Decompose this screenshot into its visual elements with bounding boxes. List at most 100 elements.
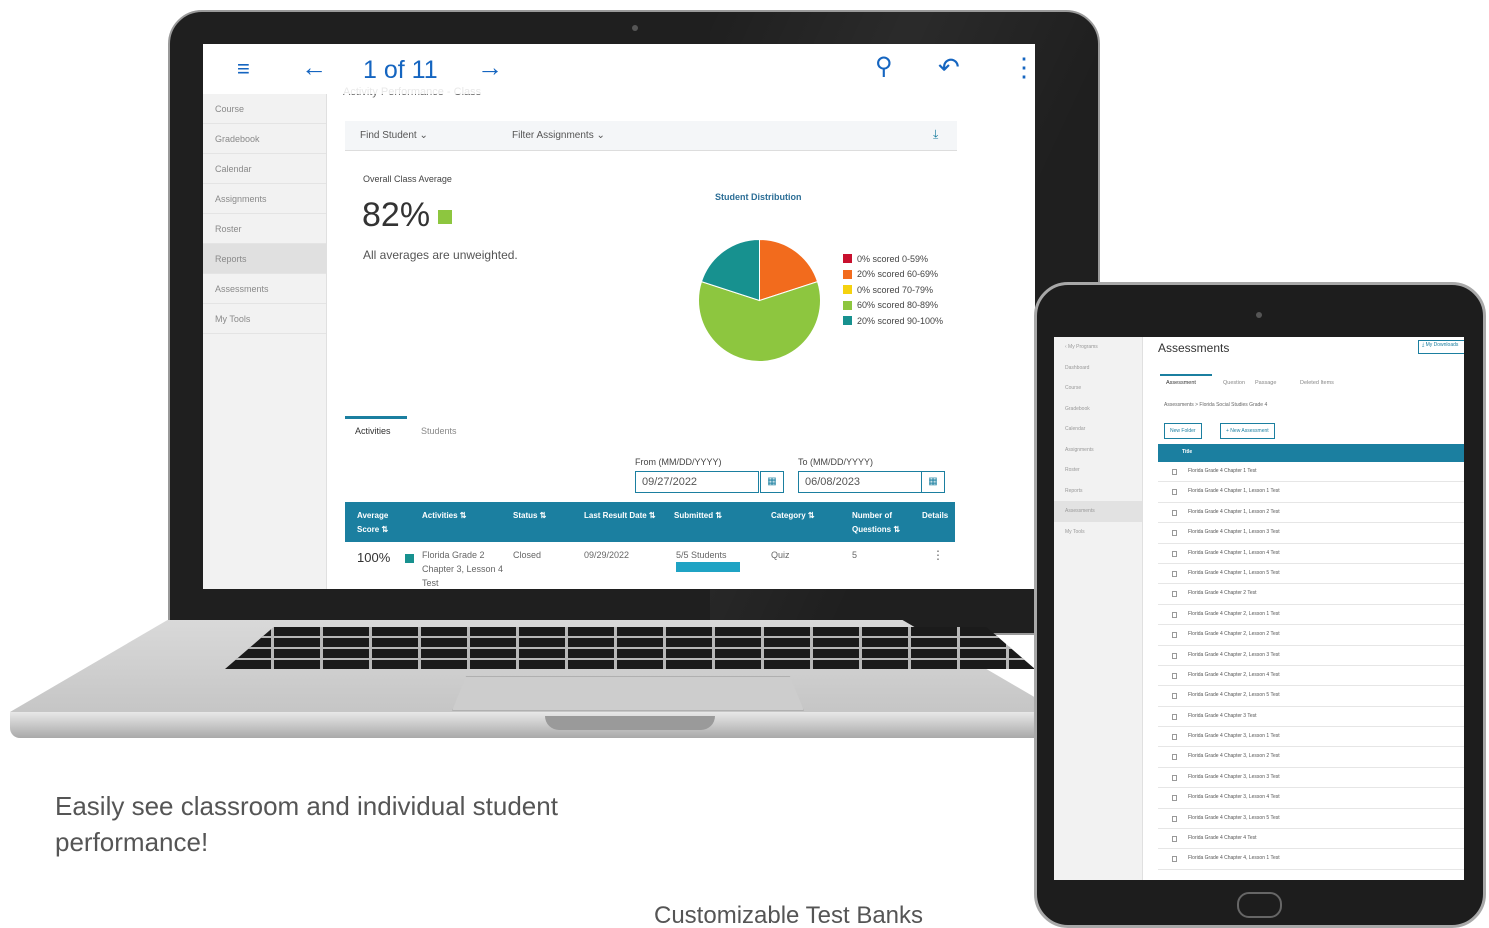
sidebar-item-reports[interactable]: Reports <box>1054 481 1142 502</box>
reply-icon[interactable]: ↶ <box>938 52 960 83</box>
activity-name[interactable]: Florida Grade 2 Chapter 3, Lesson 4 Test <box>422 548 510 589</box>
to-calendar-icon[interactable]: ▦ <box>921 471 945 493</box>
assessment-title[interactable]: Florida Grade 4 Chapter 4 Test <box>1188 835 1257 841</box>
assessment-table-header: Title <box>1158 444 1464 462</box>
assessment-title[interactable]: Florida Grade 4 Chapter 1, Lesson 3 Test <box>1188 529 1280 535</box>
list-item[interactable]: Florida Grade 4 Chapter 3, Lesson 4 Test <box>1158 788 1464 809</box>
assessment-title[interactable]: Florida Grade 4 Chapter 1 Test <box>1188 468 1257 474</box>
assessment-title[interactable]: Florida Grade 4 Chapter 1, Lesson 1 Test <box>1188 488 1280 494</box>
column-header[interactable]: Average Score ⇅ <box>357 509 407 537</box>
sidebar-item-assessments[interactable]: Assessments <box>203 274 326 304</box>
assessment-title[interactable]: Florida Grade 4 Chapter 3, Lesson 3 Test <box>1188 774 1280 780</box>
list-item[interactable]: Florida Grade 4 Chapter 2, Lesson 1 Test <box>1158 605 1464 626</box>
list-item[interactable]: Florida Grade 4 Chapter 1, Lesson 1 Test <box>1158 482 1464 503</box>
assessment-title[interactable]: Florida Grade 4 Chapter 1, Lesson 4 Test <box>1188 550 1280 556</box>
list-item[interactable]: Florida Grade 4 Chapter 3 Test <box>1158 707 1464 728</box>
assessment-title[interactable]: Florida Grade 4 Chapter 3, Lesson 1 Test <box>1188 733 1280 739</box>
assessment-title[interactable]: Florida Grade 4 Chapter 3, Lesson 2 Test <box>1188 753 1280 759</box>
title-column-header[interactable]: Title <box>1182 449 1192 455</box>
list-item[interactable]: Florida Grade 4 Chapter 1, Lesson 2 Test <box>1158 503 1464 524</box>
download-icon[interactable]: ⤓ <box>933 127 938 142</box>
filter-assignments-dropdown[interactable]: Filter Assignments ⌄ <box>512 130 605 141</box>
tab-deleted-items[interactable]: Deleted Items <box>1300 380 1334 386</box>
assessment-title[interactable]: Florida Grade 4 Chapter 3 Test <box>1188 713 1257 719</box>
legend-label: 0% scored 70-79% <box>857 284 934 295</box>
search-icon[interactable]: ⚲ <box>875 52 893 81</box>
table-row[interactable]: 100% Florida Grade 2 Chapter 3, Lesson 4… <box>345 542 955 589</box>
column-header[interactable]: Category ⇅ <box>771 509 815 523</box>
column-header[interactable]: Number of Questions ⇅ <box>852 509 914 537</box>
assessment-title[interactable]: Florida Grade 4 Chapter 4, Lesson 1 Test <box>1188 855 1280 861</box>
sidebar-item-gradebook[interactable]: Gradebook <box>1054 399 1142 420</box>
sidebar-item-my-tools[interactable]: My Tools <box>1054 522 1142 543</box>
tab-assessment[interactable]: Assessment <box>1166 380 1196 386</box>
sidebar-item-course[interactable]: Course <box>1054 378 1142 399</box>
back-arrow-icon[interactable]: ← <box>301 52 327 83</box>
assessment-title[interactable]: Florida Grade 4 Chapter 2, Lesson 5 Test <box>1188 692 1280 698</box>
assessment-title[interactable]: Florida Grade 4 Chapter 1, Lesson 2 Test <box>1188 509 1280 515</box>
sidebar-item-gradebook[interactable]: Gradebook <box>203 124 326 154</box>
details-menu-icon[interactable]: ⋮ <box>932 548 944 562</box>
sidebar-item-assessments[interactable]: Assessments <box>1054 501 1142 522</box>
sidebar-item-assignments[interactable]: Assignments <box>203 184 326 214</box>
assessment-title[interactable]: Florida Grade 4 Chapter 3, Lesson 5 Test <box>1188 815 1280 821</box>
from-date-input[interactable]: 09/27/2022 <box>635 471 759 493</box>
tab-activities[interactable]: Activities <box>355 426 391 436</box>
sidebar-item-roster[interactable]: Roster <box>203 214 326 244</box>
list-item[interactable]: Florida Grade 4 Chapter 2, Lesson 3 Test <box>1158 646 1464 666</box>
find-student-dropdown[interactable]: Find Student ⌄ <box>360 130 428 141</box>
list-item[interactable]: Florida Grade 4 Chapter 2 Test <box>1158 584 1464 605</box>
legend-swatch <box>843 285 852 295</box>
tab-students[interactable]: Students <box>421 426 457 436</box>
assessment-title[interactable]: Florida Grade 4 Chapter 3, Lesson 4 Test <box>1188 794 1280 800</box>
list-item[interactable]: Florida Grade 4 Chapter 3, Lesson 1 Test <box>1158 727 1464 748</box>
list-item[interactable]: Florida Grade 4 Chapter 3, Lesson 5 Test <box>1158 809 1464 830</box>
column-header[interactable]: Status ⇅ <box>513 509 546 523</box>
to-date-input[interactable]: 06/08/2023 <box>798 471 922 493</box>
forward-arrow-icon[interactable]: → <box>477 52 503 83</box>
assessment-title[interactable]: Florida Grade 4 Chapter 1, Lesson 5 Test <box>1188 570 1280 576</box>
list-item[interactable]: Florida Grade 4 Chapter 3, Lesson 2 Test <box>1158 747 1464 768</box>
breadcrumb[interactable]: Assessments > Florida Social Studies Gra… <box>1164 402 1267 408</box>
assessment-title[interactable]: Florida Grade 4 Chapter 2, Lesson 1 Test <box>1188 611 1280 617</box>
document-icon <box>1172 734 1177 741</box>
new-folder-button[interactable]: New Folder <box>1164 423 1202 439</box>
sidebar-item-dashboard[interactable]: Dashboard <box>1054 358 1142 379</box>
from-calendar-icon[interactable]: ▦ <box>760 471 784 493</box>
sidebar-item-roster[interactable]: Roster <box>1054 460 1142 481</box>
to-date-label: To (MM/DD/YYYY) <box>798 457 874 467</box>
tab-question[interactable]: Question <box>1223 380 1245 386</box>
my-downloads-button[interactable]: ⤓ My Downloads <box>1418 340 1464 354</box>
question-count: 5 <box>852 550 858 560</box>
column-header[interactable]: Activities ⇅ <box>422 509 467 523</box>
column-header[interactable]: Submitted ⇅ <box>674 509 722 523</box>
sidebar-item-my-programs[interactable]: ‹ My Programs <box>1054 337 1142 358</box>
more-options-icon[interactable]: ⋮ <box>1011 52 1035 83</box>
list-item[interactable]: Florida Grade 4 Chapter 1, Lesson 4 Test <box>1158 544 1464 564</box>
assessment-title[interactable]: Florida Grade 4 Chapter 2, Lesson 2 Test <box>1188 631 1280 637</box>
menu-icon[interactable]: ≡ <box>237 56 250 82</box>
sidebar-item-calendar[interactable]: Calendar <box>203 154 326 184</box>
sidebar-item-my-tools[interactable]: My Tools <box>203 304 326 334</box>
sidebar-item-reports[interactable]: Reports <box>203 244 326 274</box>
list-item[interactable]: Florida Grade 4 Chapter 1, Lesson 5 Test <box>1158 564 1464 585</box>
list-item[interactable]: Florida Grade 4 Chapter 3, Lesson 3 Test <box>1158 768 1464 789</box>
assessment-title[interactable]: Florida Grade 4 Chapter 2, Lesson 4 Test <box>1188 672 1280 678</box>
list-item[interactable]: Florida Grade 4 Chapter 2, Lesson 5 Test <box>1158 686 1464 707</box>
list-item[interactable]: Florida Grade 4 Chapter 1 Test <box>1158 462 1464 483</box>
list-item[interactable]: Florida Grade 4 Chapter 2, Lesson 4 Test <box>1158 666 1464 687</box>
new-assessment-button[interactable]: + New Assessment <box>1220 423 1275 439</box>
sidebar-item-course[interactable]: Course <box>203 94 326 124</box>
assessment-title[interactable]: Florida Grade 4 Chapter 2 Test <box>1188 590 1257 596</box>
tab-passage[interactable]: Passage <box>1255 380 1276 386</box>
page-title: Assessments <box>1158 341 1230 355</box>
legend-label: 0% scored 0-59% <box>857 253 929 264</box>
assessment-title[interactable]: Florida Grade 4 Chapter 2, Lesson 3 Test <box>1188 652 1280 658</box>
list-item[interactable]: Florida Grade 4 Chapter 4 Test <box>1158 829 1464 850</box>
list-item[interactable]: Florida Grade 4 Chapter 4, Lesson 1 Test <box>1158 849 1464 870</box>
sidebar-item-calendar[interactable]: Calendar <box>1054 419 1142 440</box>
column-header[interactable]: Last Result Date ⇅ <box>584 509 656 523</box>
list-item[interactable]: Florida Grade 4 Chapter 2, Lesson 2 Test <box>1158 625 1464 646</box>
sidebar-item-assignments[interactable]: Assignments <box>1054 440 1142 461</box>
list-item[interactable]: Florida Grade 4 Chapter 1, Lesson 3 Test <box>1158 523 1464 544</box>
